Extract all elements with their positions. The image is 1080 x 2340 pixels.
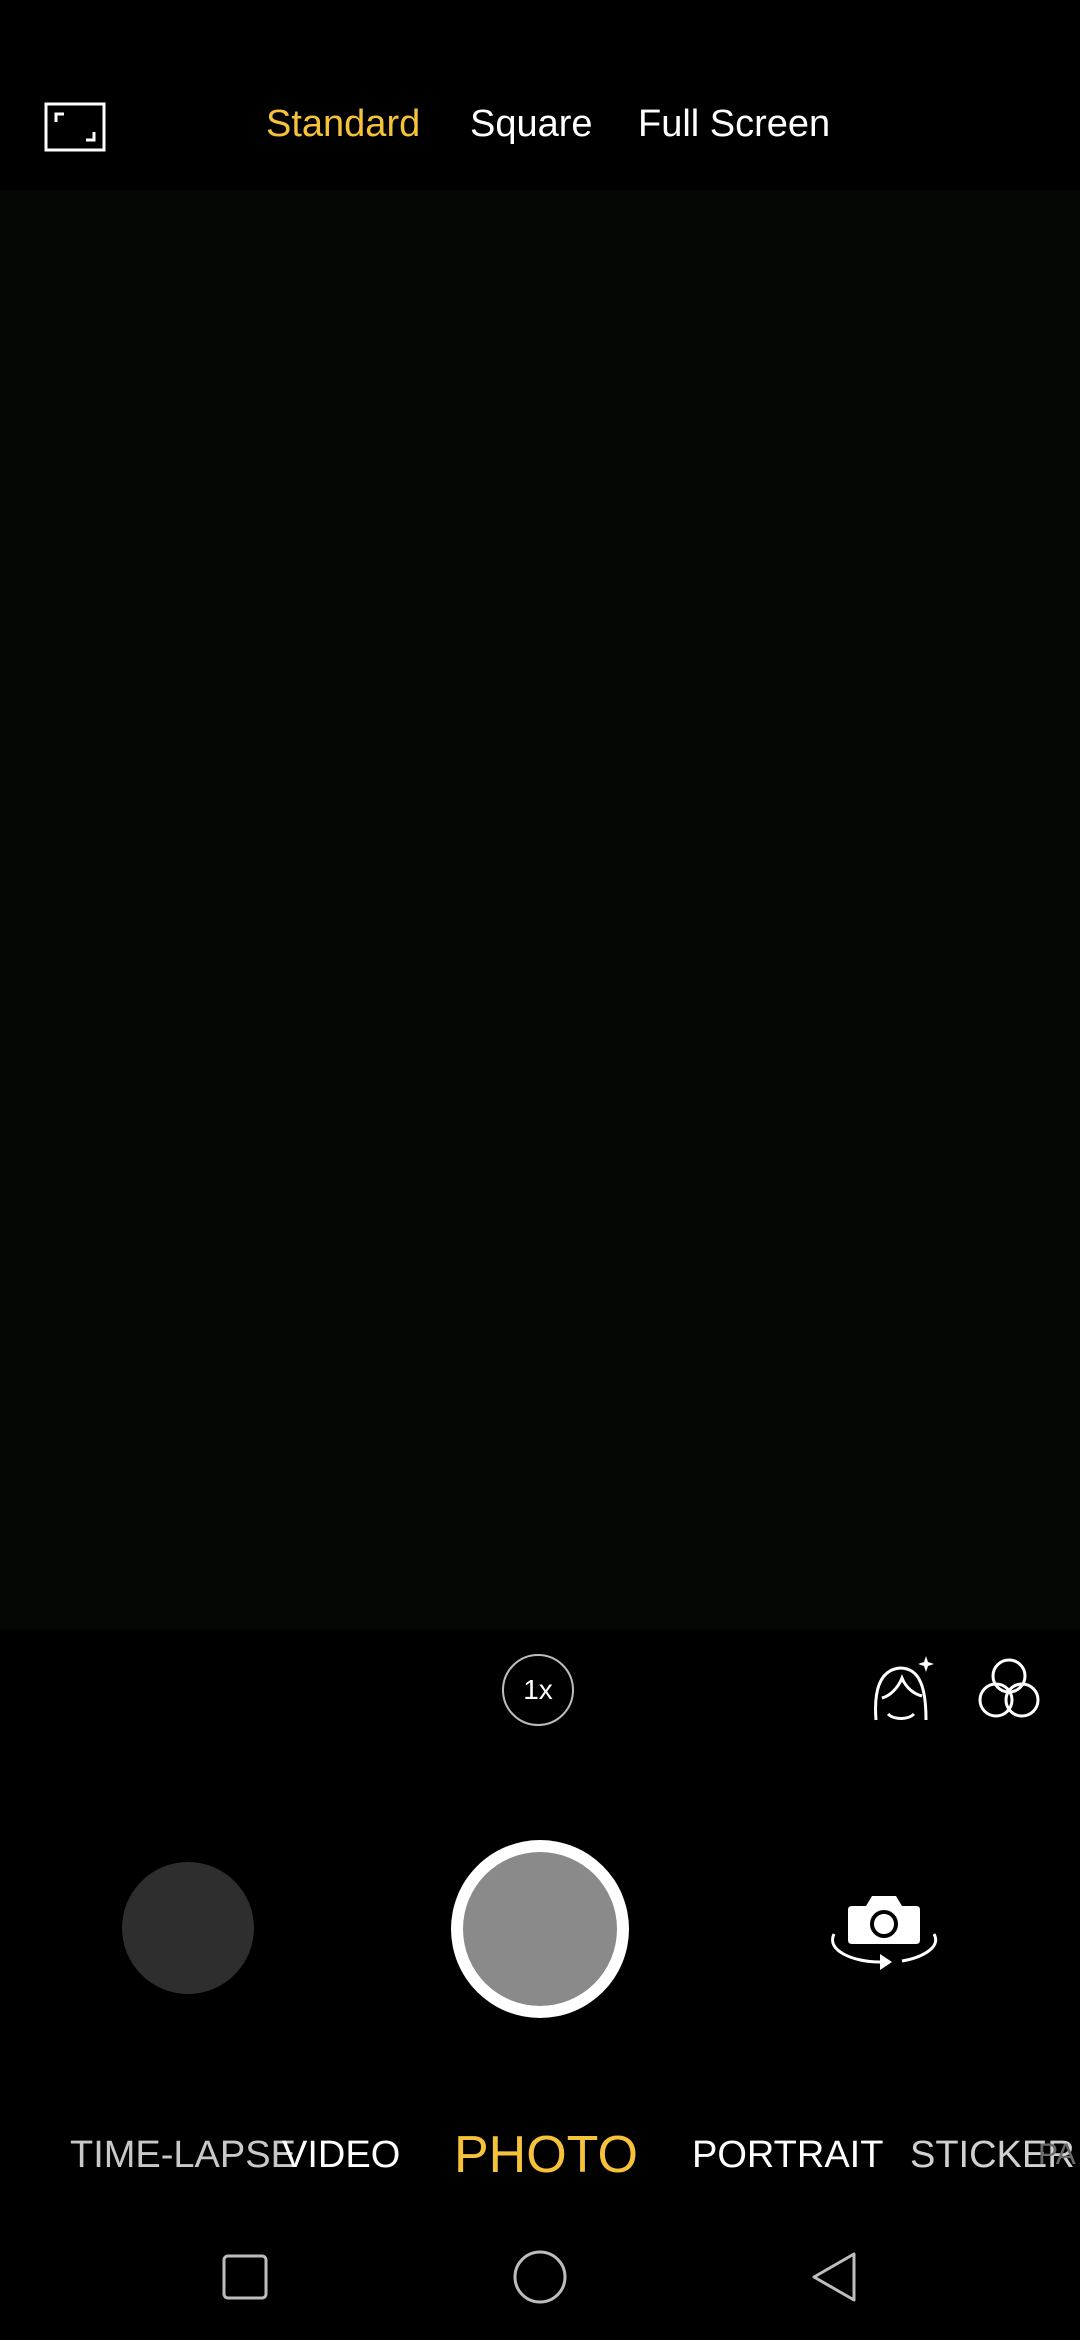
camera-mode-selector: TIME-LAPSE VIDEO PHOTO PORTRAIT STICKER … bbox=[0, 2120, 1080, 2190]
top-bar: Standard Square Full Screen bbox=[0, 0, 1080, 190]
zoom-button[interactable]: 1x bbox=[502, 1654, 574, 1726]
system-navigation-bar bbox=[0, 2212, 1080, 2340]
zoom-label: 1x bbox=[523, 1674, 553, 1705]
circle-icon[interactable] bbox=[505, 2242, 575, 2312]
mode-portrait[interactable]: PORTRAIT bbox=[692, 2120, 883, 2190]
camera-viewfinder[interactable] bbox=[0, 190, 1080, 1630]
square-icon[interactable] bbox=[210, 2242, 280, 2312]
mode-more[interactable]: PA bbox=[1038, 2120, 1076, 2190]
tab-standard[interactable]: Standard bbox=[266, 96, 420, 152]
tab-square[interactable]: Square bbox=[470, 96, 593, 152]
shutter-button[interactable] bbox=[451, 1840, 629, 2018]
tab-full-screen[interactable]: Full Screen bbox=[638, 96, 830, 152]
mode-time-lapse[interactable]: TIME-LAPSE bbox=[70, 2120, 296, 2190]
aspect-ratio-tabs: Standard Square Full Screen bbox=[0, 96, 1080, 152]
filter-icon[interactable] bbox=[976, 1656, 1042, 1722]
beauty-face-icon[interactable] bbox=[868, 1654, 936, 1726]
switch-camera-icon[interactable] bbox=[822, 1884, 946, 1970]
triangle-back-icon[interactable] bbox=[800, 2242, 870, 2312]
shutter-inner bbox=[463, 1852, 617, 2006]
mode-video[interactable]: VIDEO bbox=[282, 2120, 400, 2190]
gallery-thumbnail[interactable] bbox=[122, 1862, 254, 1994]
mode-photo[interactable]: PHOTO bbox=[454, 2120, 638, 2190]
